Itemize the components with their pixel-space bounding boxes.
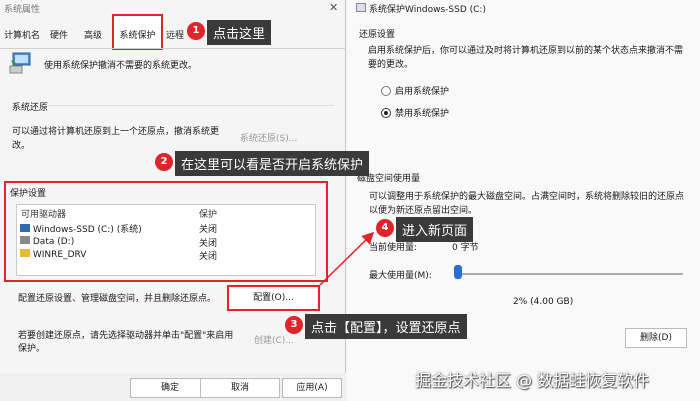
annotation-arrows	[319, 231, 375, 286]
callout-label: 进入新页面	[396, 217, 474, 242]
callout-number: 3	[285, 316, 303, 334]
callout-label: 点击【配置】，设置还原点	[305, 314, 467, 339]
arrow-configure-to-dialog	[319, 231, 375, 286]
callout-number: 2	[155, 153, 173, 171]
callout-number: 4	[376, 219, 394, 237]
watermark: 掘金技术社区 @ 数据蛙恢复软件	[415, 371, 650, 390]
callout-label: 点击这里	[207, 20, 272, 45]
callout-number: 1	[187, 22, 205, 40]
callout-label: 在这里可以看是否开启系统保护	[175, 151, 370, 176]
